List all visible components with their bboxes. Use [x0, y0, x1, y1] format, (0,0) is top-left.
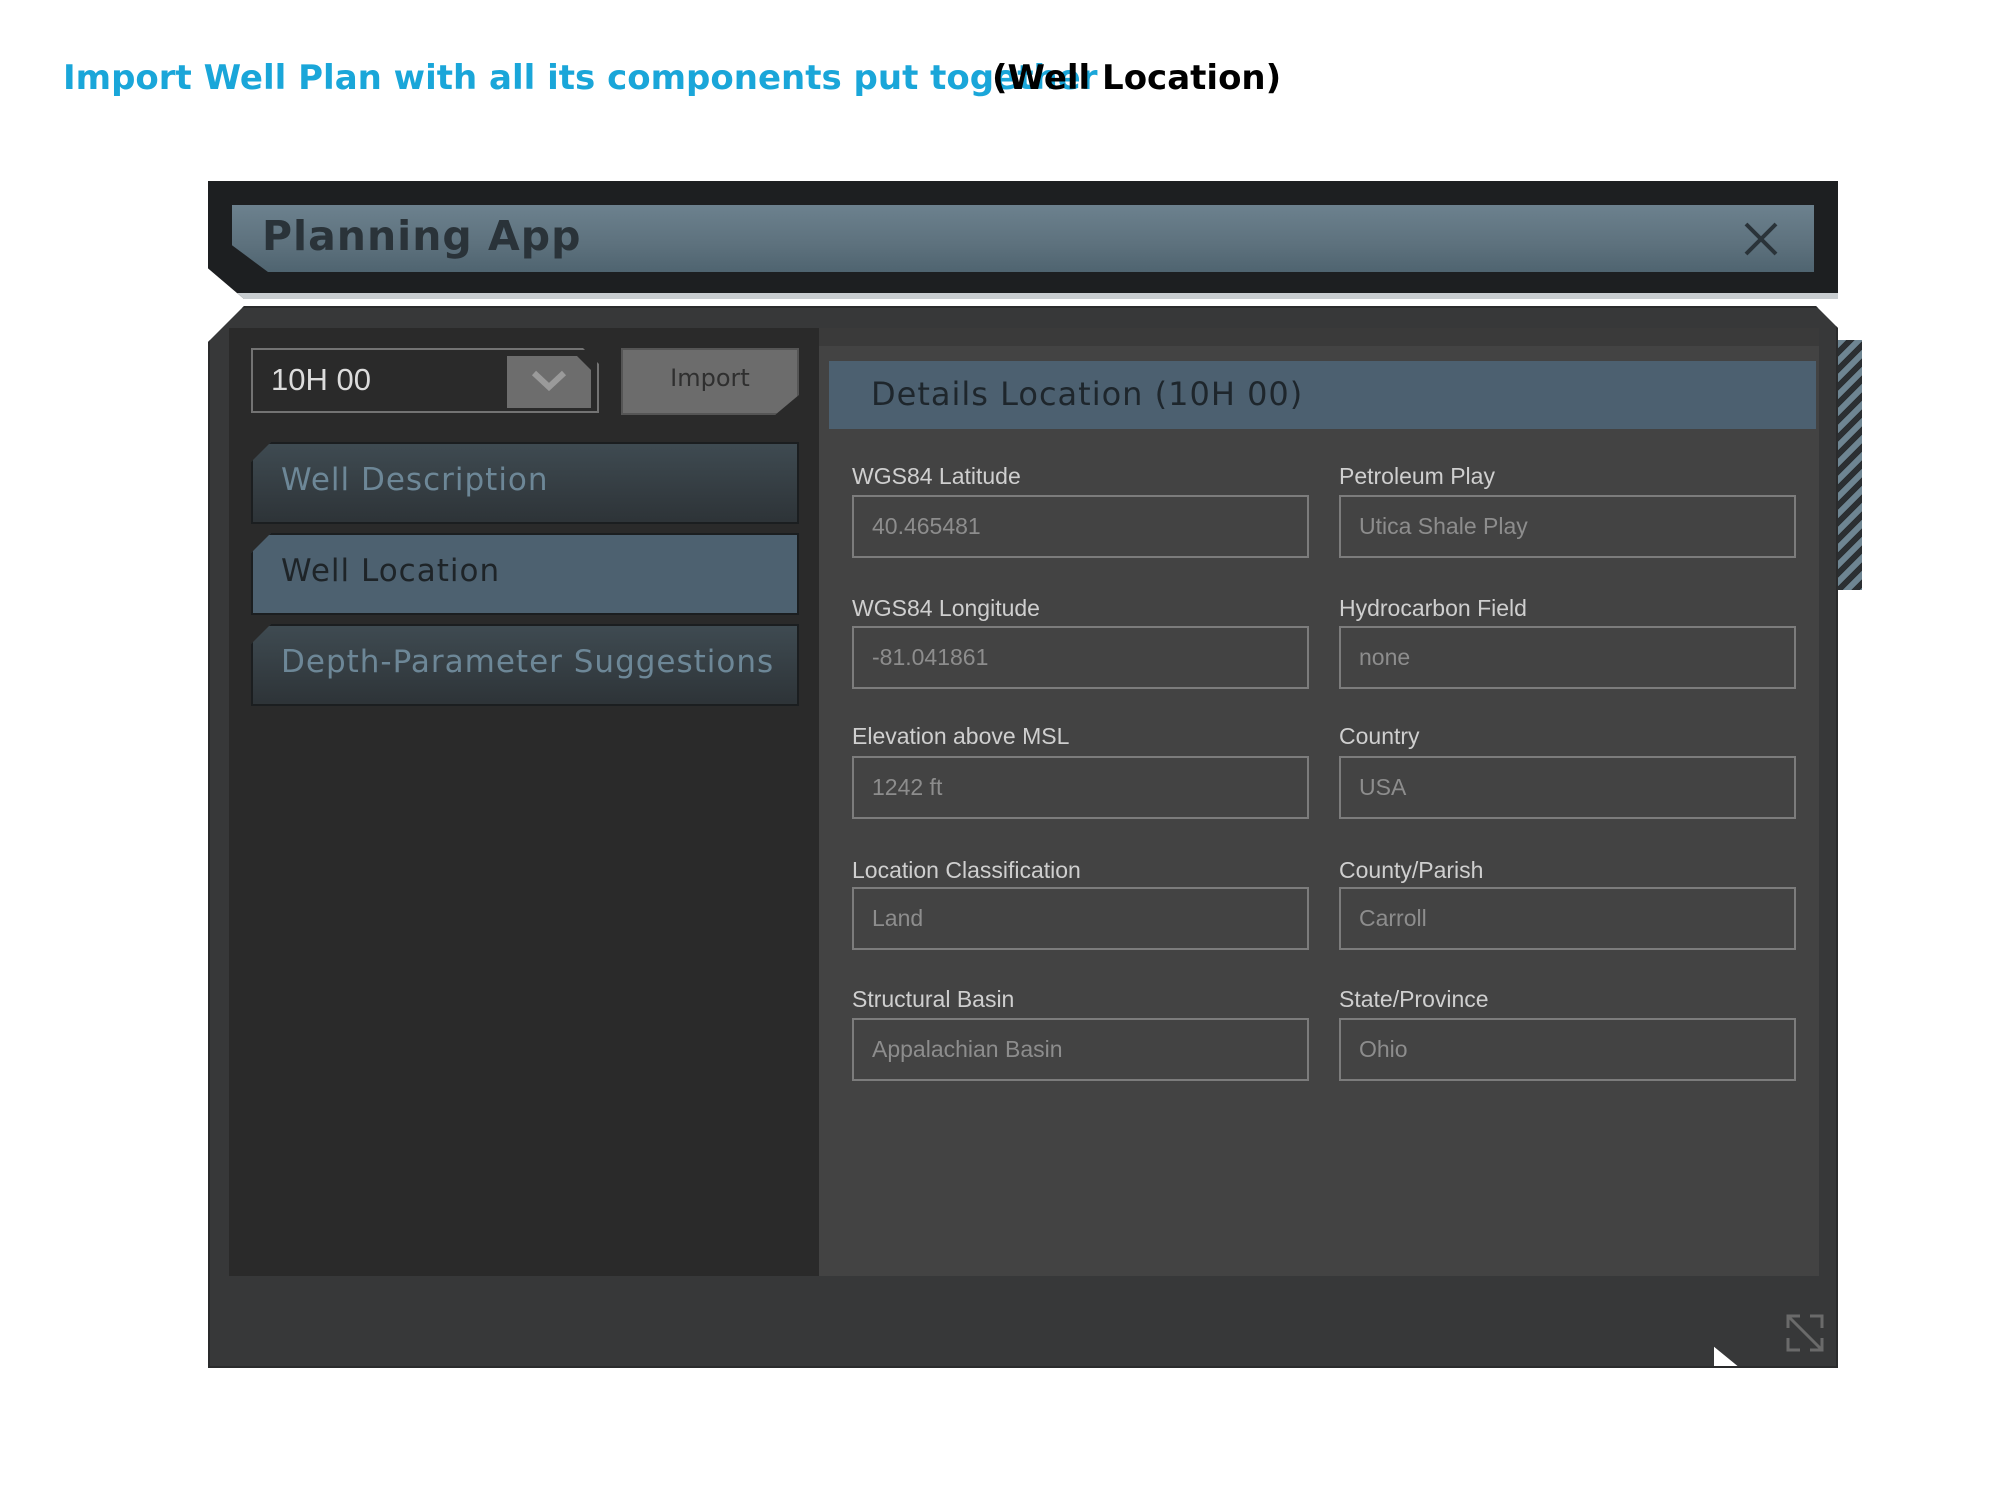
well-select-value: 10H 00	[271, 362, 371, 397]
structural-basin-label: Structural Basin	[852, 986, 1015, 1012]
latitude-field[interactable]: 40.465481	[852, 495, 1309, 558]
elevation-label: Elevation above MSL	[852, 723, 1070, 749]
hydrocarbon-field-field[interactable]: none	[1339, 626, 1796, 689]
county-parish-field[interactable]: Carroll	[1339, 887, 1796, 950]
longitude-label: WGS84 Longitude	[852, 595, 1040, 621]
elevation-field[interactable]: 1242 ft	[852, 756, 1309, 819]
country-field[interactable]: USA	[1339, 756, 1796, 819]
county-parish-label: County/Parish	[1339, 857, 1484, 883]
resize-button[interactable]	[1784, 1312, 1826, 1354]
location-classification-label: Location Classification	[852, 857, 1081, 883]
latitude-label: WGS84 Latitude	[852, 463, 1021, 489]
page-subcaption: (Well Location)	[992, 58, 1282, 98]
state-province-field[interactable]: Ohio	[1339, 1018, 1796, 1081]
petroleum-play-field[interactable]: Utica Shale Play	[1339, 495, 1796, 558]
nav-item-label: Depth-Parameter Suggestions	[281, 644, 775, 680]
structural-basin-field[interactable]: Appalachian Basin	[852, 1018, 1309, 1081]
dropdown-toggle[interactable]	[507, 356, 591, 408]
app-title: Planning App	[262, 212, 582, 260]
page-caption: Import Well Plan with all its components…	[63, 58, 1098, 98]
import-button-label: Import	[670, 364, 750, 392]
longitude-field[interactable]: -81.041861	[852, 626, 1309, 689]
nav-item-depth-parameter-suggestions[interactable]: Depth-Parameter Suggestions	[251, 624, 799, 706]
nav-item-label: Well Description	[281, 462, 549, 498]
details-title: Details Location (10H 00)	[871, 375, 1304, 413]
details-header: Details Location (10H 00)	[829, 361, 1816, 429]
resize-icon	[1786, 1314, 1824, 1352]
nav-item-well-location[interactable]: Well Location	[251, 533, 799, 615]
nav-item-label: Well Location	[281, 553, 501, 589]
close-icon	[1744, 222, 1778, 256]
hydrocarbon-field-label: Hydrocarbon Field	[1339, 595, 1527, 621]
location-classification-field[interactable]: Land	[852, 887, 1309, 950]
country-label: Country	[1339, 723, 1420, 749]
chevron-down-icon	[531, 370, 567, 392]
close-button[interactable]	[1740, 218, 1782, 260]
decorative-stripes	[1838, 340, 1862, 590]
nav-item-well-description[interactable]: Well Description	[251, 442, 799, 524]
details-top-strip	[819, 328, 1819, 346]
petroleum-play-label: Petroleum Play	[1339, 463, 1495, 489]
well-select-dropdown[interactable]: 10H 00	[251, 348, 599, 413]
import-button[interactable]: Import	[621, 348, 799, 415]
state-province-label: State/Province	[1339, 986, 1489, 1012]
